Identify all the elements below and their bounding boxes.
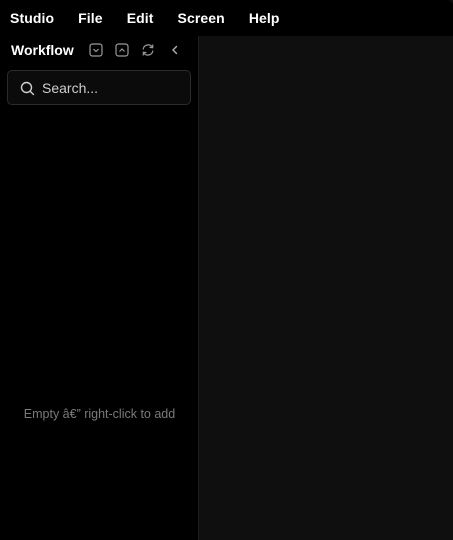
main-canvas[interactable] xyxy=(200,36,453,540)
search-box[interactable] xyxy=(7,70,191,105)
search-input[interactable] xyxy=(42,78,182,98)
app-window: Studio File Edit Screen Help Workflow Se… xyxy=(0,0,453,540)
sidebar-header: Workflow xyxy=(0,36,199,66)
menu-help[interactable]: Help xyxy=(249,10,280,26)
sidebar-title: Workflow xyxy=(11,42,74,58)
chevron-left-icon[interactable] xyxy=(167,42,183,58)
menu-edit[interactable]: Edit xyxy=(127,10,154,26)
search-icon xyxy=(20,81,35,96)
menu-studio[interactable]: Studio xyxy=(10,10,54,26)
expand-all-icon[interactable] xyxy=(114,42,130,58)
empty-state-message: Empty â€” right-click to add xyxy=(23,407,176,421)
collapse-all-icon[interactable] xyxy=(88,42,104,58)
menu-screen[interactable]: Screen xyxy=(178,10,225,26)
menu-bar: Studio File Edit Screen Help xyxy=(0,0,453,36)
workflow-sidebar: Workflow Search... Empty â€” right-click… xyxy=(0,36,199,540)
refresh-icon[interactable] xyxy=(140,42,156,58)
menu-file[interactable]: File xyxy=(78,10,103,26)
